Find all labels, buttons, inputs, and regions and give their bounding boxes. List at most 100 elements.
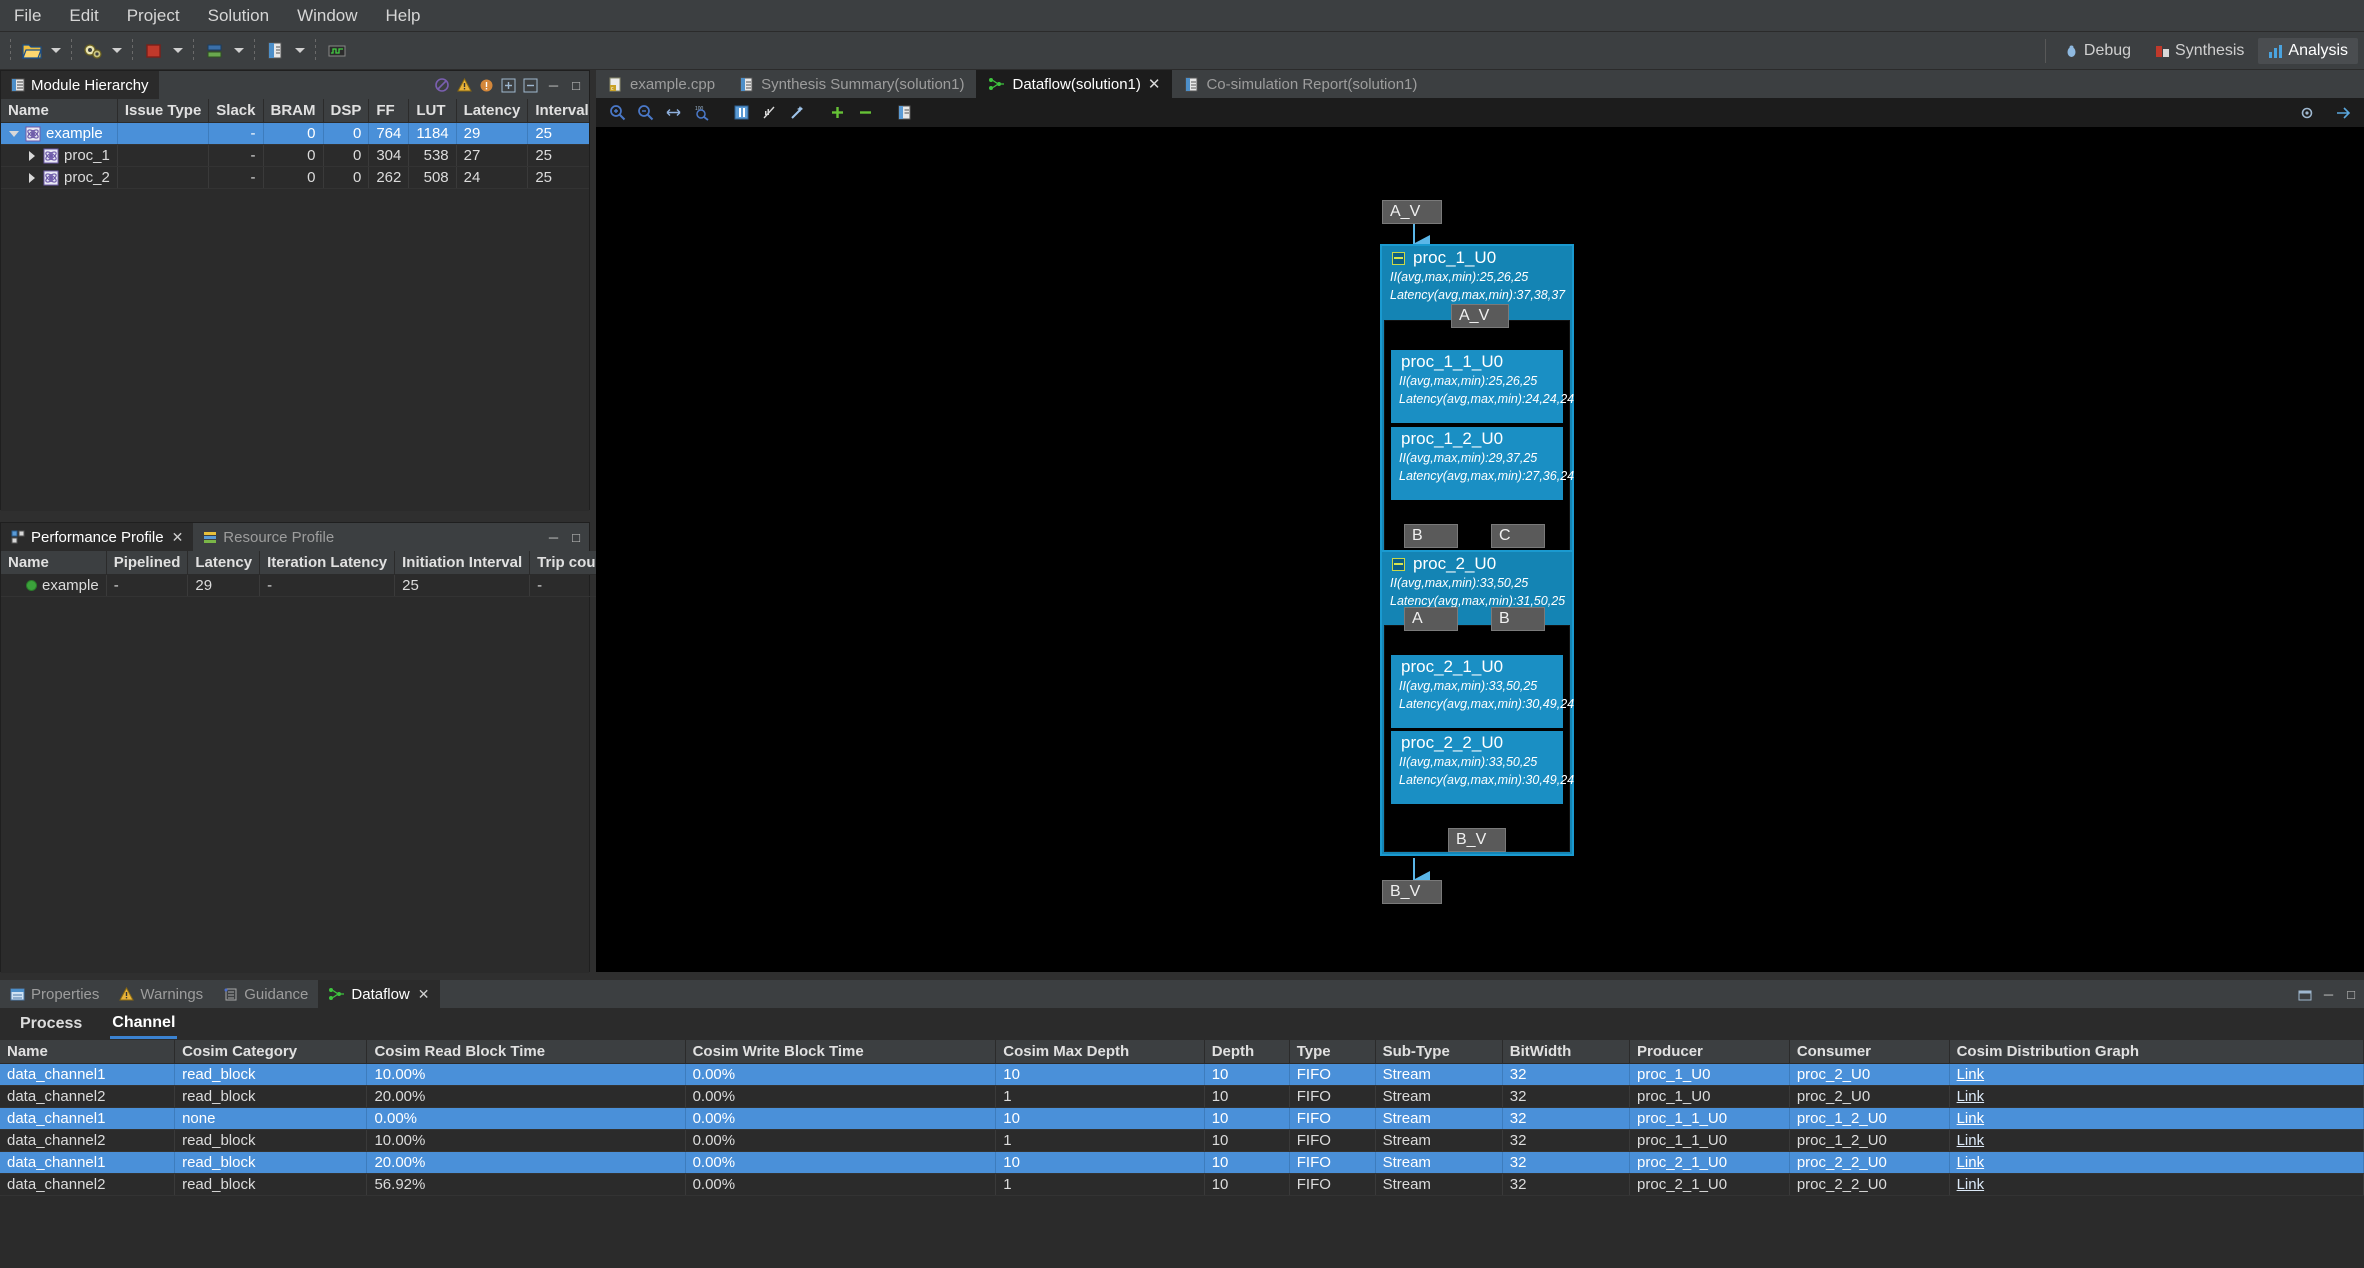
twisty-icon[interactable] <box>26 150 38 162</box>
layout-columns-icon[interactable] <box>728 101 754 125</box>
module-warning-icon[interactable] <box>456 76 474 94</box>
menu-item-help[interactable]: Help <box>372 3 435 29</box>
graph-process-proc_2_1_U0[interactable]: proc_2_1_U0 II(avg,max,min):33,50,25 Lat… <box>1391 655 1574 728</box>
table-row[interactable]: proc_1-003045382725dataflow <box>1 144 589 167</box>
perf-maximize-button[interactable]: □ <box>567 530 585 545</box>
fit-width-icon[interactable] <box>660 101 686 125</box>
zoom-100-icon[interactable]: 100 <box>688 101 714 125</box>
zoom-in-icon[interactable] <box>604 101 630 125</box>
distribution-graph-link[interactable]: Link <box>1957 1176 1985 1193</box>
bottom-minimize-button[interactable]: ─ <box>2319 987 2338 1002</box>
restore-panel-icon[interactable] <box>2297 985 2315 1003</box>
editor-tab-1[interactable]: Synthesis Summary(solution1) <box>727 70 976 98</box>
graph-port-A_V-top[interactable]: A_V <box>1382 200 1442 224</box>
run-csynth-gears-icon[interactable] <box>78 37 108 65</box>
stop-dropdown-icon[interactable] <box>169 37 187 65</box>
distribution-graph-link[interactable]: Link <box>1957 1110 1985 1127</box>
perspective-analysis[interactable]: Analysis <box>2258 38 2358 64</box>
maximize-graph-icon[interactable] <box>2330 101 2356 125</box>
bottom-maximize-button[interactable]: □ <box>2342 987 2360 1002</box>
table-row[interactable]: example-0076411842925dataflow <box>1 122 589 145</box>
module-name-cell[interactable]: proc_2 <box>1 166 118 189</box>
cosim-distribution-graph-cell[interactable]: Link <box>1949 1085 2364 1108</box>
table-row[interactable]: data_channel2 read_block 20.00% 0.00% 1 10 FIF… <box>0 1085 2364 1108</box>
collapse-toggle-icon[interactable] <box>1392 251 1405 265</box>
close-icon[interactable]: ✕ <box>1148 75 1161 93</box>
distribution-graph-link[interactable]: Link <box>1957 1154 1985 1171</box>
cosim-distribution-graph-cell[interactable]: Link <box>1949 1151 2364 1174</box>
editor-tab-2[interactable]: Dataflow(solution1) ✕ <box>976 70 1173 98</box>
graph-port-B-proc1-out[interactable]: B <box>1404 524 1458 548</box>
perf-minimize-button[interactable]: ─ <box>544 530 563 545</box>
dataflow-canvas[interactable]: A_V proc_1_U0 II(avg,max,min):25,26,25 L… <box>596 128 2364 972</box>
graph-port-B_V-bottom[interactable]: B_V <box>1382 880 1442 904</box>
graph-process-proc_1_1_U0[interactable]: proc_1_1_U0 II(avg,max,min):25,26,25 Lat… <box>1391 350 1574 423</box>
module-expand-all-icon[interactable] <box>500 76 518 94</box>
cosim-distribution-graph-cell[interactable]: Link <box>1949 1173 2364 1196</box>
cosim-distribution-graph-cell[interactable]: Link <box>1949 1107 2364 1130</box>
show-chart-icon[interactable] <box>756 101 782 125</box>
close-icon[interactable]: ✕ <box>418 986 430 1003</box>
cosim-distribution-graph-cell[interactable]: Link <box>1949 1063 2364 1086</box>
collapse-all-icon[interactable] <box>852 101 878 125</box>
bottom-tab-3[interactable]: Dataflow ✕ <box>318 980 440 1008</box>
graph-port-A_V-inner[interactable]: A_V <box>1451 304 1509 328</box>
module-error-icon[interactable] <box>478 76 496 94</box>
module-collapse-all-icon[interactable] <box>522 76 540 94</box>
bottom-tab-0[interactable]: Properties <box>0 980 109 1008</box>
editor-tab-0[interactable]: c example.cpp <box>596 70 727 98</box>
cosim-distribution-graph-cell[interactable]: Link <box>1949 1129 2364 1152</box>
twisty-icon[interactable] <box>8 128 20 140</box>
graph-port-B_V-inner[interactable]: B_V <box>1448 828 1506 852</box>
table-row[interactable]: data_channel1 read_block 20.00% 0.00% 10 10 FI… <box>0 1151 2364 1174</box>
graph-port-A-proc2-in[interactable]: A <box>1404 607 1458 631</box>
open-project-icon[interactable] <box>17 37 47 65</box>
table-row[interactable]: data_channel1 none 0.00% 0.00% 10 10 FIFO Strea… <box>0 1107 2364 1130</box>
graph-port-B-proc2-in[interactable]: B <box>1491 607 1545 631</box>
perspective-debug[interactable]: Debug <box>2054 38 2141 64</box>
table-row[interactable]: data_channel2 read_block 56.92% 0.00% 1 10 FIF… <box>0 1173 2364 1196</box>
graph-process-proc_2_2_U0[interactable]: proc_2_2_U0 II(avg,max,min):33,50,25 Lat… <box>1391 731 1574 804</box>
perf-name-cell[interactable]: example <box>1 574 107 597</box>
expand-all-icon[interactable] <box>824 101 850 125</box>
run-csynth-dropdown-icon[interactable] <box>108 37 126 65</box>
menu-item-edit[interactable]: Edit <box>55 3 112 29</box>
menu-item-project[interactable]: Project <box>113 3 194 29</box>
module-maximize-button[interactable]: □ <box>567 78 585 93</box>
tab-performance-profile[interactable]: Performance Profile ✕ <box>1 523 194 551</box>
run-cosim-icon[interactable] <box>200 37 230 65</box>
graph-process-proc_1_2_U0[interactable]: proc_1_2_U0 II(avg,max,min):29,37,25 Lat… <box>1391 427 1574 500</box>
distribution-graph-link[interactable]: Link <box>1957 1132 1985 1149</box>
close-icon[interactable]: ✕ <box>172 529 184 546</box>
run-cosim-dropdown-icon[interactable] <box>230 37 248 65</box>
module-name-cell[interactable]: proc_1 <box>1 144 118 167</box>
open-report-icon[interactable] <box>261 37 291 65</box>
open-project-dropdown-icon[interactable] <box>47 37 65 65</box>
menu-item-file[interactable]: File <box>0 3 55 29</box>
table-row[interactable]: proc_2-002625082425dataflow <box>1 166 589 189</box>
bottom-tab-2[interactable]: Guidance <box>213 980 318 1008</box>
table-row[interactable]: example -29-25- <box>1 574 618 597</box>
open-waveform-icon[interactable] <box>322 37 352 65</box>
distribution-graph-link[interactable]: Link <box>1957 1066 1985 1083</box>
open-report-dropdown-icon[interactable] <box>291 37 309 65</box>
collapse-toggle-icon[interactable] <box>1392 557 1405 571</box>
zoom-out-icon[interactable] <box>632 101 658 125</box>
editor-tab-3[interactable]: Co-simulation Report(solution1) <box>1172 70 1429 98</box>
highlight-path-icon[interactable] <box>784 101 810 125</box>
perspective-synthesis[interactable]: Synthesis <box>2145 38 2254 64</box>
subtab-process[interactable]: Process <box>18 1011 84 1037</box>
subtab-channel[interactable]: Channel <box>110 1010 178 1039</box>
twisty-icon[interactable] <box>26 172 38 184</box>
module-name-cell[interactable]: example <box>1 122 118 145</box>
table-row[interactable]: data_channel2 read_block 10.00% 0.00% 1 10 FIF… <box>0 1129 2364 1152</box>
tab-module-hierarchy[interactable]: Module Hierarchy <box>1 71 159 99</box>
module-filter-icon[interactable] <box>434 76 452 94</box>
graph-port-C-proc1-out[interactable]: C <box>1491 524 1545 548</box>
distribution-graph-link[interactable]: Link <box>1957 1088 1985 1105</box>
stop-icon[interactable] <box>139 37 169 65</box>
bottom-tab-1[interactable]: Warnings <box>109 980 213 1008</box>
module-minimize-button[interactable]: ─ <box>544 78 563 93</box>
menu-item-window[interactable]: Window <box>283 3 371 29</box>
tab-resource-profile[interactable]: Resource Profile <box>193 523 344 551</box>
